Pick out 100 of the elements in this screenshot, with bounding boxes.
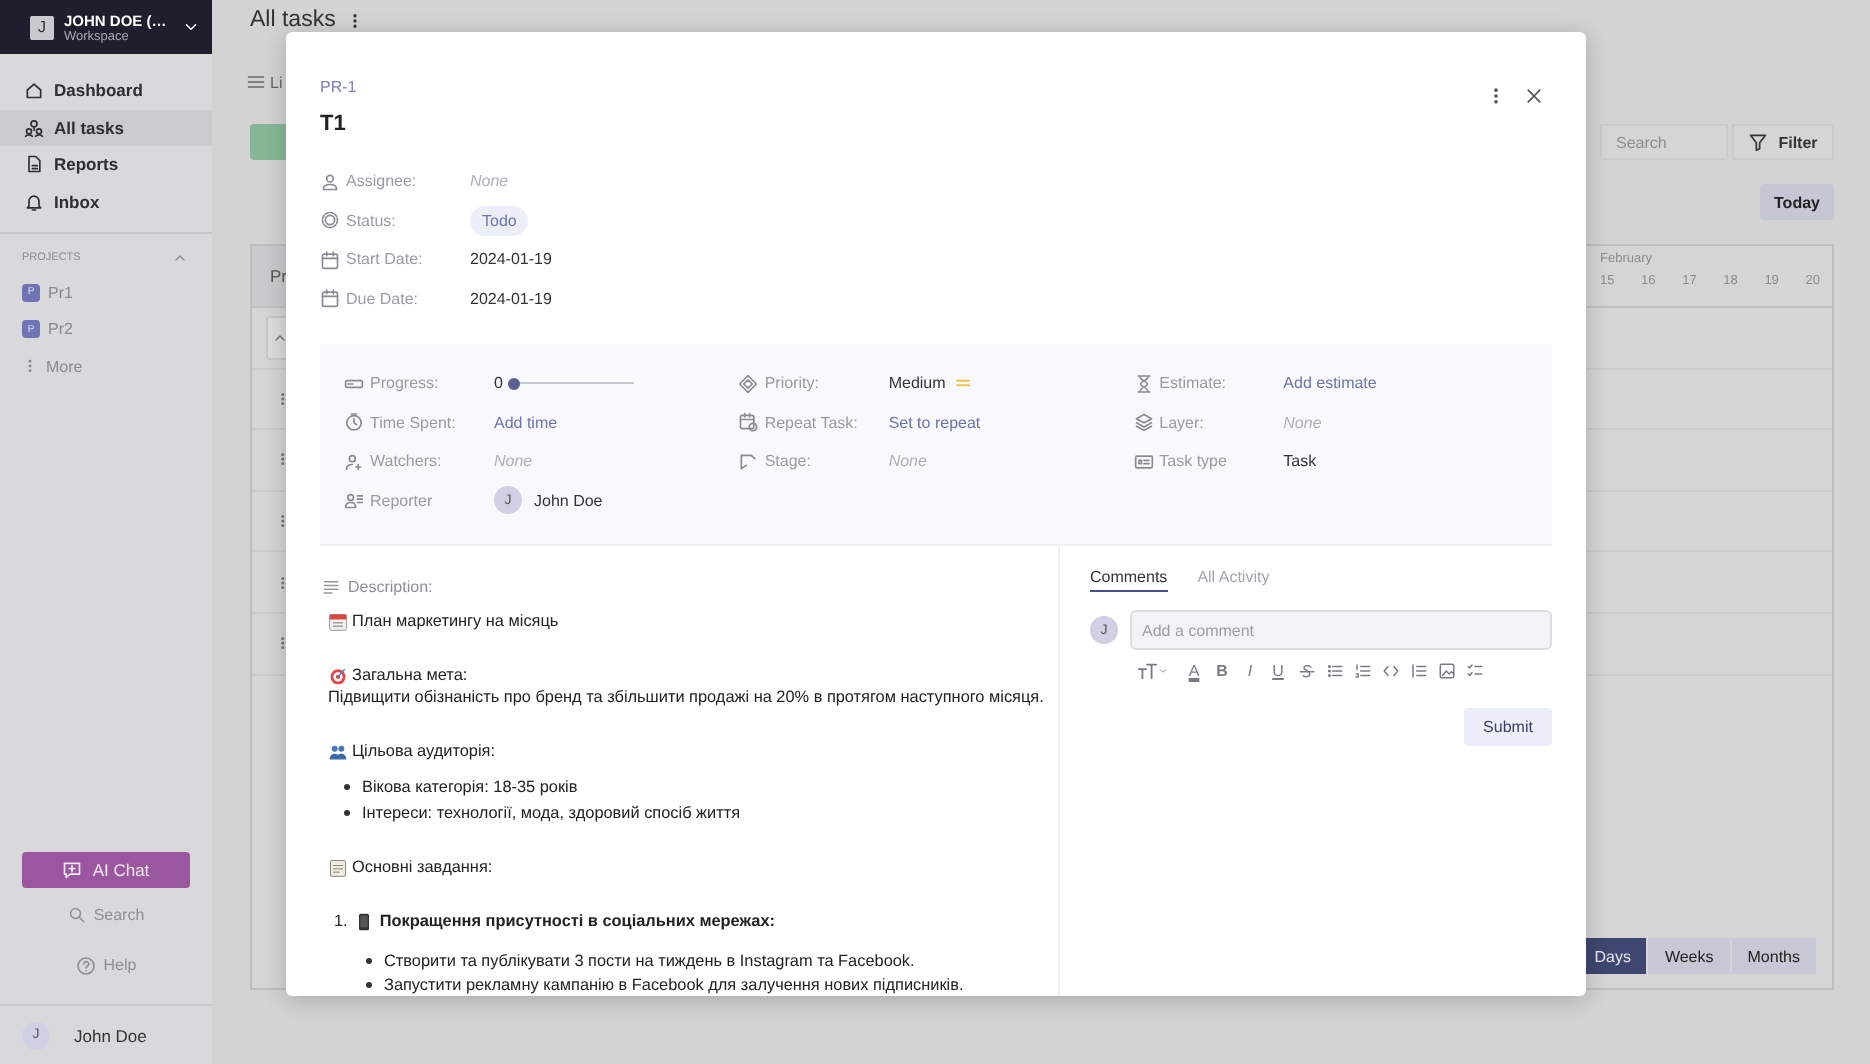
field-label: Repeat Task:	[764, 413, 858, 432]
layers-icon	[1133, 412, 1154, 433]
heading-text: Загальна мета:	[352, 664, 468, 686]
more-link[interactable]: More	[0, 348, 212, 385]
nav-item[interactable]: Inbox	[0, 183, 212, 220]
field-value: John Doe	[534, 491, 603, 510]
field-value: 2024-01-19	[470, 289, 552, 308]
people-icon	[328, 741, 348, 761]
field-value: Task	[1283, 452, 1317, 471]
underline-button[interactable]: U	[1268, 658, 1288, 682]
tab[interactable]: All Activity	[1197, 568, 1270, 592]
nav-item[interactable]: All tasks	[0, 109, 212, 146]
field-value: None	[888, 452, 927, 471]
reporter-icon	[344, 490, 364, 511]
task-title: T1	[320, 112, 346, 136]
help-link[interactable]: Help	[0, 942, 212, 988]
search-link[interactable]: Search	[0, 892, 212, 938]
nav-item[interactable]: Dashboard	[0, 72, 212, 109]
field-label: Watchers:	[370, 452, 442, 471]
status-chip[interactable]: Todo	[470, 205, 529, 236]
today-button[interactable]: Today	[1760, 184, 1834, 220]
help-icon	[75, 955, 96, 975]
diamond-icon	[738, 373, 759, 394]
italic-button[interactable]: I	[1240, 658, 1260, 682]
watchers-icon	[344, 451, 364, 472]
target-icon	[328, 665, 348, 685]
toolbar-button[interactable]	[1352, 658, 1372, 682]
field-label: Assignee:	[346, 172, 417, 191]
ai-chat-button[interactable]: AI Chat	[22, 852, 190, 888]
people-icon	[24, 117, 44, 138]
bell-icon	[24, 191, 44, 212]
slider-thumb[interactable]	[508, 377, 521, 390]
status-icon	[320, 210, 340, 231]
field-label: Estimate:	[1159, 374, 1226, 393]
timer-icon	[344, 412, 364, 433]
progress-value: 0	[494, 374, 503, 393]
quote-icon	[1409, 661, 1427, 679]
field-label: Layer:	[1159, 413, 1204, 432]
tab[interactable]: Comments	[1090, 568, 1168, 592]
field-link[interactable]: Set to repeat	[888, 413, 981, 432]
heading-text: Цільова аудиторія:	[352, 740, 495, 762]
scale-tab[interactable]: Months	[1731, 938, 1816, 974]
list-item: Вікова категорія: 18-35 років	[362, 776, 578, 798]
search-field[interactable]: Search	[1600, 124, 1728, 160]
field-label: Status:	[346, 211, 396, 230]
field-link[interactable]: Add time	[494, 413, 558, 432]
numbered-list-icon	[1353, 661, 1371, 679]
image-icon	[1437, 661, 1455, 679]
list-item: Інтереси: технології, мода, здоровий спосіб життя	[362, 802, 741, 824]
paragraph: Підвищити обізнаність про бренд та збільшити продажі на 20% в протягом наступного місяця.	[328, 686, 1046, 708]
description-label: Description:	[348, 578, 433, 596]
field-link[interactable]: Add estimate	[1283, 374, 1377, 393]
calendar-icon	[320, 288, 340, 309]
view-tab[interactable]: Li	[246, 62, 283, 102]
field-value: Medium	[888, 374, 946, 393]
field-value: None	[470, 172, 509, 191]
text-lines-icon	[322, 578, 340, 596]
strikethrough-icon	[1297, 661, 1315, 679]
field-value: 2024-01-19	[470, 250, 552, 269]
submit-button[interactable]: Submit	[1464, 708, 1552, 746]
search-icon	[67, 906, 86, 924]
scale-tab[interactable]: Weeks	[1648, 938, 1730, 974]
caret-icon	[1157, 665, 1167, 675]
field-label: Priority:	[764, 374, 819, 393]
calendar-icon	[320, 249, 340, 270]
user-name[interactable]: John Doe	[74, 1025, 147, 1045]
toolbar-button[interactable]	[1408, 658, 1428, 682]
calendar-icon	[738, 412, 759, 433]
workspace-avatar: J	[30, 15, 54, 39]
home-icon	[24, 80, 44, 101]
bullet-icon	[366, 982, 372, 988]
task-key[interactable]: PR-1	[320, 78, 357, 96]
bullet-icon	[366, 958, 372, 964]
checklist-icon	[1465, 661, 1483, 679]
funnel-icon	[1748, 132, 1769, 152]
field-label: Start Date:	[346, 250, 423, 269]
field-value: None	[1283, 413, 1322, 432]
filter-button[interactable]: Filter	[1732, 124, 1834, 160]
field-label: Due Date:	[346, 289, 419, 308]
list-item: Покращення присутності в соціальних мережах:	[379, 910, 775, 932]
field-label: Time Spent:	[370, 413, 456, 432]
phone-icon	[353, 911, 374, 931]
code-icon	[1381, 661, 1399, 679]
nav-item[interactable]: Reports	[0, 146, 212, 183]
comment-field[interactable]: Add a comment	[1130, 610, 1552, 650]
field-label: Task type	[1159, 452, 1227, 471]
list-item: Запустити рекламну кампанію в Facebook для залучення нових підписників.	[384, 974, 964, 996]
toolbar-button[interactable]	[1136, 658, 1166, 682]
color-button[interactable]: A	[1184, 658, 1204, 682]
bullet-list-icon	[1325, 661, 1343, 679]
field-value: None	[494, 452, 533, 471]
toolbar-button[interactable]	[1436, 658, 1456, 682]
list-number: 1.	[334, 910, 348, 932]
bold-button[interactable]: B	[1212, 658, 1232, 682]
hourglass-icon	[1133, 373, 1154, 394]
field-label: Reporter	[370, 491, 433, 510]
document-icon	[24, 154, 44, 175]
toolbar-button[interactable]	[1464, 658, 1484, 682]
heading-text: План маркетингу на місяць	[352, 610, 559, 632]
close-icon[interactable]	[1524, 86, 1544, 106]
